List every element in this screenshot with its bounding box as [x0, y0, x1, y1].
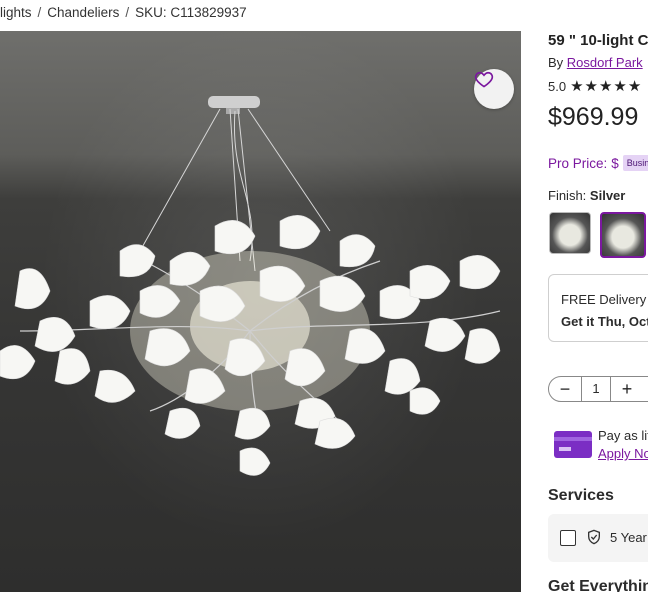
rating-value: 5.0: [548, 78, 567, 94]
breadcrumb-separator: /: [37, 4, 42, 20]
protection-checkbox[interactable]: [560, 530, 576, 546]
chandelier-illustration: [0, 96, 501, 476]
quantity-value[interactable]: 1: [581, 377, 611, 401]
pro-price: Pro Price: $ Busin: [548, 155, 648, 171]
brand-line: By Rosdorf Park: [548, 55, 643, 70]
protection-label: 5 Year: [610, 530, 647, 545]
product-title: 59 " 10-light C: [548, 32, 648, 49]
brand-link[interactable]: Rosdorf Park: [567, 55, 643, 70]
shield-check-icon: [588, 529, 600, 545]
breadcrumb-separator: /: [125, 4, 130, 20]
services-heading: Services: [548, 487, 614, 504]
rating[interactable]: 5.0 ★★★★★: [548, 77, 642, 95]
business-badge[interactable]: Busin: [622, 155, 648, 171]
finish-label: Finish: Silver: [548, 188, 625, 203]
quantity-decrease-button[interactable]: −: [549, 379, 581, 400]
price: $969.99: [548, 103, 639, 131]
pro-price-label: Pro Price:: [548, 155, 608, 171]
breadcrumb-lights[interactable]: lights: [0, 5, 32, 20]
favorite-button[interactable]: [474, 69, 514, 109]
apply-now-link[interactable]: Apply No: [598, 446, 648, 461]
rating-stars-icon: ★★★★★: [570, 78, 643, 95]
finish-swatch-1[interactable]: [549, 212, 591, 254]
finish-label-text: Finish:: [548, 188, 587, 203]
delivery-box: FREE Delivery Get it Thu, Oct: [548, 274, 648, 342]
protection-plan[interactable]: 5 Year: [548, 514, 648, 562]
breadcrumb-sku: SKU: C113829937: [135, 4, 247, 20]
pro-price-value: $: [611, 155, 619, 171]
finish-swatch-2[interactable]: [600, 212, 646, 258]
heart-icon: [474, 71, 494, 88]
quantity-increase-button[interactable]: +: [611, 379, 643, 400]
quantity-stepper: − 1 +: [548, 376, 648, 402]
by-prefix: By: [548, 55, 564, 70]
product-image[interactable]: [0, 31, 521, 592]
breadcrumb-chandeliers[interactable]: Chandeliers: [47, 5, 119, 20]
delivery-title: FREE Delivery: [561, 292, 647, 307]
product-info: 59 " 10-light C By Rosdorf Park 5.0 ★★★★…: [548, 0, 648, 592]
delivery-date: Get it Thu, Oct: [561, 314, 648, 329]
finish-value: Silver: [589, 188, 626, 203]
get-everything-heading: Get Everythin: [548, 578, 648, 592]
pay-later: Pay as lit Apply No: [598, 427, 648, 463]
breadcrumb: lights / Chandeliers / SKU: C113829937: [0, 3, 247, 21]
pay-later-text: Pay as lit: [598, 428, 648, 443]
credit-card-icon: [554, 431, 592, 458]
